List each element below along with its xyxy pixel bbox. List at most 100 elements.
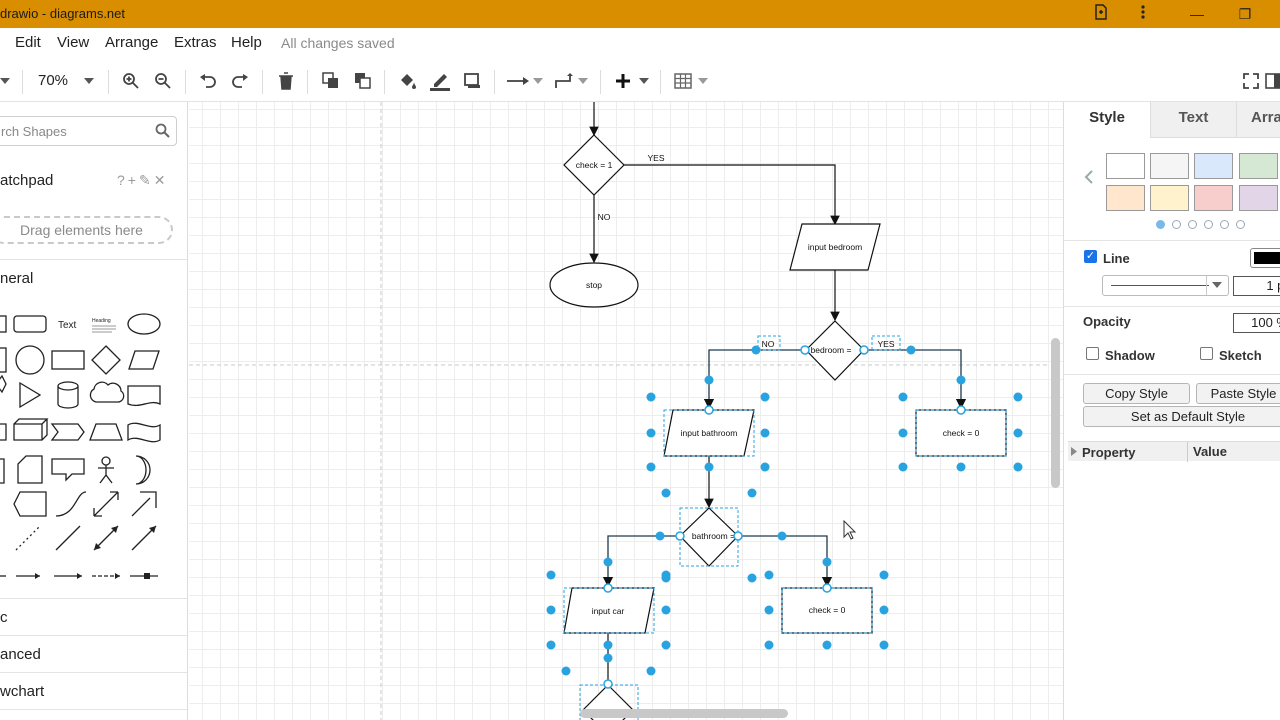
paste-style-button[interactable]: Paste Style bbox=[1196, 383, 1280, 404]
table-icon[interactable] bbox=[672, 70, 694, 92]
connection-endpoint bbox=[603, 583, 613, 593]
connection-endpoints bbox=[603, 345, 966, 689]
shape-line bbox=[55, 525, 81, 551]
zoom-dropdown-icon[interactable] bbox=[78, 70, 100, 92]
fullscreen-icon[interactable] bbox=[1240, 70, 1262, 92]
color-swatch[interactable] bbox=[1194, 153, 1233, 179]
color-swatch[interactable] bbox=[1194, 185, 1233, 211]
scratchpad-title[interactable]: atchpad bbox=[0, 172, 53, 189]
shape-step bbox=[50, 423, 85, 441]
zoom-in-icon[interactable] bbox=[120, 70, 142, 92]
menu-arrange[interactable]: Arrange bbox=[105, 34, 158, 51]
swatch-page-dot[interactable] bbox=[1188, 220, 1197, 229]
connection-arrow-icon[interactable] bbox=[507, 70, 529, 92]
color-swatch[interactable] bbox=[1150, 185, 1189, 211]
resize-handle bbox=[898, 428, 908, 438]
mouse-cursor-icon bbox=[843, 519, 857, 540]
toolbar-divider bbox=[22, 70, 23, 94]
to-front-icon[interactable] bbox=[320, 70, 342, 92]
swatch-page-dot[interactable] bbox=[1172, 220, 1181, 229]
horizontal-scrollbar[interactable] bbox=[580, 709, 788, 718]
minimize-button[interactable]: — bbox=[1186, 4, 1208, 24]
general-shapes-palette[interactable]: Text Heading bbox=[0, 304, 188, 594]
vertical-scrollbar[interactable] bbox=[1051, 338, 1060, 488]
chevron-down-icon[interactable] bbox=[633, 70, 655, 92]
diagram-canvas[interactable]: check = 1 stop input bedroom bedroom = i… bbox=[189, 102, 1063, 720]
swatch-page-dot[interactable] bbox=[1156, 220, 1165, 229]
line-width-field[interactable]: 1 pt bbox=[1233, 276, 1280, 296]
resize-handle bbox=[646, 462, 656, 472]
tab-arrange[interactable]: Arra bbox=[1236, 102, 1280, 138]
line-color-icon[interactable] bbox=[429, 70, 451, 92]
menu-view[interactable]: View bbox=[57, 34, 89, 51]
line-label: Line bbox=[1103, 251, 1130, 266]
section-misc[interactable]: c bbox=[0, 609, 8, 626]
format-panel-icon[interactable] bbox=[1262, 70, 1280, 92]
shape-triangle bbox=[19, 381, 42, 409]
zoom-level[interactable]: 70% bbox=[38, 72, 68, 89]
resize-handle bbox=[646, 666, 656, 676]
redo-icon[interactable] bbox=[229, 70, 251, 92]
shape-link-2-arrowhead bbox=[35, 573, 40, 579]
sketch-checkbox[interactable] bbox=[1200, 347, 1213, 360]
insert-plus-icon[interactable] bbox=[612, 70, 634, 92]
connection-endpoint bbox=[675, 531, 685, 541]
fill-color-icon[interactable] bbox=[397, 70, 419, 92]
set-default-style-button[interactable]: Set as Default Style bbox=[1083, 406, 1280, 427]
line-checkbox[interactable]: ✓ bbox=[1084, 250, 1097, 263]
color-swatch[interactable] bbox=[1239, 153, 1278, 179]
line-color-picker[interactable] bbox=[1250, 248, 1280, 268]
tab-style[interactable]: Style bbox=[1064, 102, 1150, 138]
copy-style-button[interactable]: Copy Style bbox=[1083, 383, 1190, 404]
connection-endpoint bbox=[603, 679, 613, 689]
color-swatch[interactable] bbox=[1150, 153, 1189, 179]
undo-icon[interactable] bbox=[197, 70, 219, 92]
chevron-down-icon[interactable] bbox=[0, 70, 16, 92]
shadow-icon[interactable] bbox=[462, 70, 484, 92]
diagram-svg[interactable]: check = 1 stop input bedroom bedroom = i… bbox=[189, 102, 1063, 720]
scratchpad-dropzone[interactable]: Drag elements here bbox=[0, 216, 173, 244]
section-advanced[interactable]: anced bbox=[0, 646, 41, 663]
chevron-down-icon[interactable] bbox=[692, 70, 714, 92]
restore-button[interactable]: ❐ bbox=[1234, 4, 1256, 24]
swatch-page-dot[interactable] bbox=[1220, 220, 1229, 229]
to-back-icon[interactable] bbox=[352, 70, 374, 92]
swatch-page-dot[interactable] bbox=[1204, 220, 1213, 229]
resize-handle bbox=[704, 462, 714, 472]
section-divider bbox=[0, 635, 187, 636]
shape-search-input[interactable]: rch Shapes bbox=[0, 116, 177, 146]
color-swatch[interactable] bbox=[1106, 185, 1145, 211]
menu-edit[interactable]: Edit bbox=[15, 34, 41, 51]
delete-icon[interactable] bbox=[275, 70, 297, 92]
section-general[interactable]: neral bbox=[0, 270, 33, 287]
color-swatch[interactable] bbox=[1106, 153, 1145, 179]
color-swatch[interactable] bbox=[1239, 185, 1278, 211]
add-icon[interactable]: + bbox=[128, 172, 139, 188]
menu-help[interactable]: Help bbox=[231, 34, 262, 51]
property-table-header[interactable]: Property Value bbox=[1068, 441, 1280, 462]
chevron-left-icon[interactable] bbox=[1084, 170, 1094, 189]
opacity-field[interactable]: 100 % bbox=[1233, 313, 1280, 333]
help-icon[interactable]: ? bbox=[117, 172, 128, 188]
zoom-out-icon[interactable] bbox=[152, 70, 174, 92]
save-status-icon[interactable] bbox=[1090, 4, 1112, 24]
edit-icon[interactable]: ✎ bbox=[139, 172, 154, 188]
chevron-down-icon[interactable] bbox=[572, 70, 594, 92]
search-icon[interactable] bbox=[155, 123, 170, 143]
shape-bidirectional-arrow bbox=[93, 491, 119, 517]
section-flowchart[interactable]: wchart bbox=[0, 683, 44, 700]
shape-callout bbox=[51, 458, 85, 482]
close-icon[interactable]: ✕ bbox=[154, 172, 169, 188]
swatch-page-dot[interactable] bbox=[1236, 220, 1245, 229]
line-pattern-select[interactable] bbox=[1102, 275, 1229, 296]
title-bar: drawio - diagrams.net — ❐ bbox=[0, 0, 1280, 28]
menu-extras[interactable]: Extras bbox=[174, 34, 217, 51]
tab-text[interactable]: Text bbox=[1150, 102, 1236, 138]
section-divider bbox=[0, 672, 187, 673]
resize-handle bbox=[1013, 462, 1023, 472]
shadow-label: Shadow bbox=[1105, 348, 1155, 363]
shadow-checkbox[interactable] bbox=[1086, 347, 1099, 360]
scratchpad-actions[interactable]: ?+✎✕ bbox=[117, 172, 168, 189]
chevron-down-icon[interactable] bbox=[527, 70, 549, 92]
more-options-icon[interactable] bbox=[1132, 4, 1154, 24]
